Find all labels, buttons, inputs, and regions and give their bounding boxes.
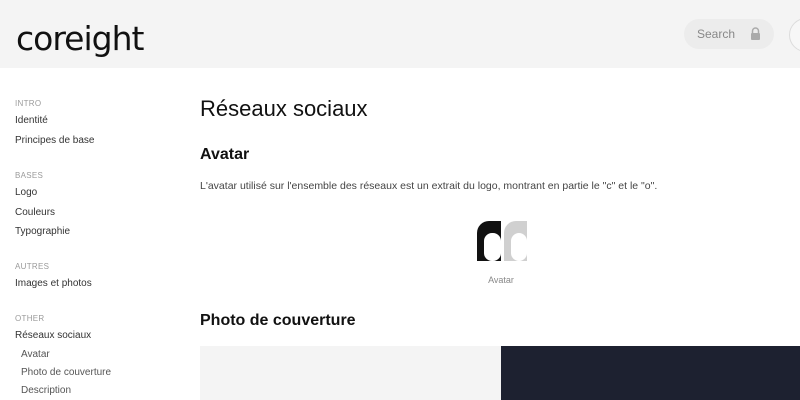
sidebar-section-other: OTHER (15, 314, 45, 323)
sidebar: INTRO Identité Principes de base BASES L… (0, 68, 175, 400)
sidebar-item-reseaux-sociaux[interactable]: Réseaux sociaux (15, 330, 91, 341)
header: coreight (0, 0, 800, 68)
lock-icon (751, 27, 760, 40)
sidebar-subitem-avatar[interactable]: Avatar (21, 349, 50, 360)
search-input[interactable] (684, 19, 746, 49)
cover-photo-dark (501, 346, 800, 400)
sidebar-item-principes-de-base[interactable]: Principes de base (15, 135, 95, 146)
section-heading-avatar: Avatar (200, 146, 250, 163)
sidebar-section-intro: INTRO (15, 99, 42, 108)
sidebar-subitem-photo-de-couverture[interactable]: Photo de couverture (21, 367, 111, 378)
avatar-description: L'avatar utilisé sur l'ensemble des rése… (200, 180, 658, 192)
search-box[interactable] (684, 19, 774, 49)
avatar-caption: Avatar (488, 275, 514, 285)
sidebar-item-logo[interactable]: Logo (15, 187, 37, 198)
sidebar-subitem-description[interactable]: Description (21, 385, 71, 396)
menu-button[interactable] (789, 18, 800, 52)
sidebar-section-autres: AUTRES (15, 262, 50, 271)
sidebar-item-identite[interactable]: Identité (15, 115, 48, 126)
sidebar-item-images-et-photos[interactable]: Images et photos (15, 278, 92, 289)
cover-photo-light (200, 346, 501, 400)
avatar-logo-icon (477, 221, 527, 261)
sidebar-item-typographie[interactable]: Typographie (15, 226, 70, 237)
logo[interactable]: coreight (16, 20, 144, 64)
page-title: Réseaux sociaux (200, 96, 368, 121)
logo-text: coreight (16, 19, 144, 58)
section-heading-cover-photo: Photo de couverture (200, 312, 356, 329)
sidebar-item-couleurs[interactable]: Couleurs (15, 207, 55, 218)
main-content: Réseaux sociaux Avatar L'avatar utilisé … (200, 68, 800, 400)
sidebar-section-bases: BASES (15, 171, 44, 180)
